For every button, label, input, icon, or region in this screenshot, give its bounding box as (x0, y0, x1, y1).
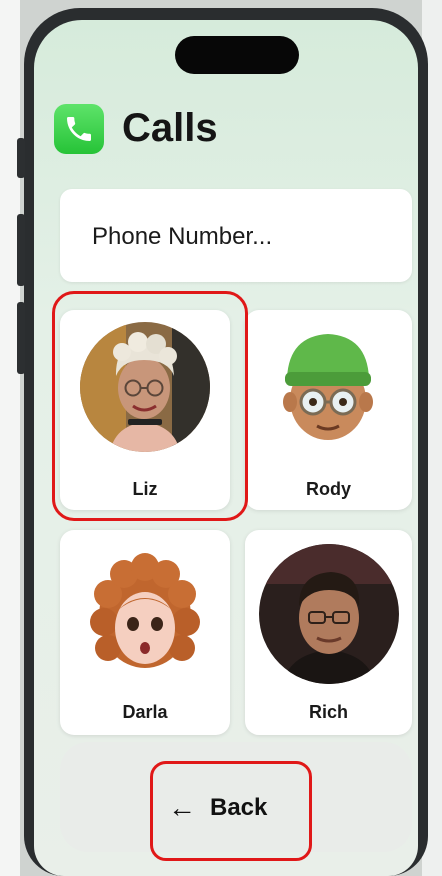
rich-avatar (259, 544, 399, 684)
contact-card-liz[interactable]: Liz (60, 310, 230, 510)
phone-icon (54, 104, 104, 154)
page-title: Calls (122, 106, 218, 150)
phone-number-placeholder: Phone Number... (92, 223, 273, 250)
phone-screen: Calls Phone Number... Liz Rody Darla Ric… (34, 20, 418, 876)
back-button-content[interactable]: ← Back (168, 792, 267, 824)
dynamic-island (175, 36, 299, 74)
contact-card-rich[interactable]: Rich (245, 530, 412, 735)
background-left (0, 0, 20, 876)
arrow-left-icon: ← (168, 792, 196, 823)
contact-card-darla[interactable]: Darla (60, 530, 230, 735)
contact-name: Rich (308, 702, 348, 722)
rody-avatar (263, 322, 393, 452)
volume-down-button (17, 302, 25, 374)
contact-name: Liz (132, 479, 158, 499)
liz-avatar (80, 322, 210, 452)
action-button (17, 138, 25, 178)
volume-up-button (17, 214, 25, 286)
phone-number-field[interactable]: Phone Number... (60, 189, 412, 282)
contact-card-rody[interactable]: Rody (245, 310, 412, 510)
back-label: Back (210, 794, 268, 821)
contact-name: Rody (306, 479, 351, 499)
darla-avatar (80, 550, 210, 680)
contact-name: Darla (122, 702, 168, 722)
